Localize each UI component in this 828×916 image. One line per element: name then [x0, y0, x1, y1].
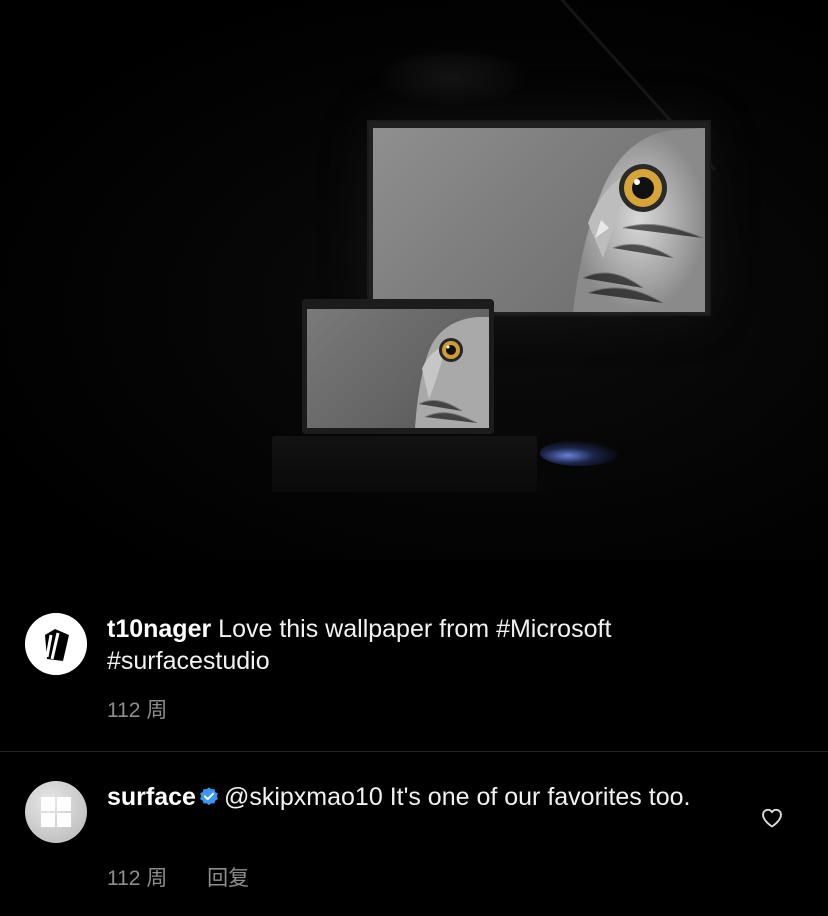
comment-body: It's one of our favorites too. [389, 783, 691, 811]
comment-mention[interactable]: @skipxmao10 [224, 783, 383, 811]
lamp-light [380, 50, 525, 105]
speaker-blue-light [540, 440, 620, 466]
post-photo[interactable] [0, 0, 828, 560]
desktop-monitor [367, 120, 711, 316]
t10nager-logo-icon [25, 613, 87, 675]
owl-wallpaper-small [415, 317, 489, 428]
laptop-screen [307, 309, 489, 428]
avatar[interactable] [25, 613, 87, 675]
comment-timestamp: 112 周 [107, 867, 168, 890]
comment-timestamp: 112 周 [107, 699, 168, 722]
avatar[interactable] [25, 781, 87, 843]
comment-username[interactable]: t10nager [107, 615, 211, 643]
comment-text: t10nager Love this wallpaper from #Micro… [107, 613, 727, 677]
comment-username[interactable]: surface [107, 783, 196, 811]
windows-logo-icon [41, 797, 71, 827]
laptop [302, 299, 494, 434]
comment-meta: 112 周 [107, 694, 201, 724]
owl-wallpaper-large [573, 128, 705, 312]
divider [0, 751, 828, 752]
verified-badge-icon [200, 787, 218, 806]
comment-meta: 112 周 回复 [107, 862, 283, 892]
comment-text: surface @skipxmao10 It's one of our favo… [107, 781, 727, 813]
laptop-keyboard [272, 436, 537, 492]
monitor-screen [373, 128, 705, 312]
heart-icon[interactable] [760, 806, 784, 830]
reply-button[interactable]: 回复 [207, 867, 249, 890]
